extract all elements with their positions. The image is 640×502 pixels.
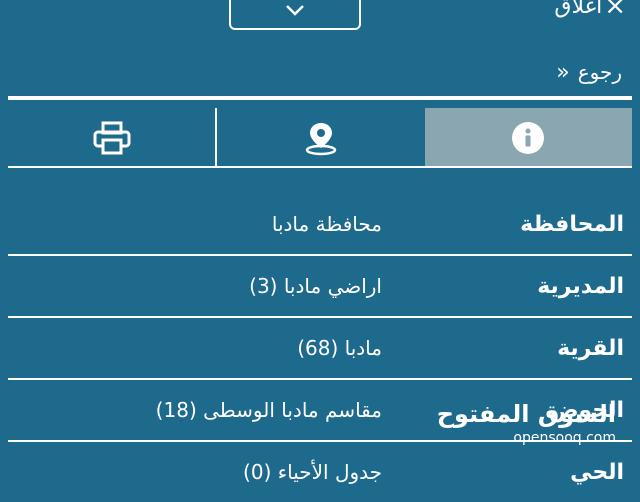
watermark-arabic: السوق المفتوح xyxy=(436,400,616,428)
opensooq-watermark: السوق المفتوح opensooq.com xyxy=(437,402,616,446)
tab-print[interactable] xyxy=(8,108,218,168)
detail-value: مادبا (68) xyxy=(297,336,382,360)
detail-row-directorate: المديرية اراضي مادبا (3) xyxy=(8,256,632,318)
detail-value: محافظة مادبا xyxy=(271,212,382,236)
detail-label: المحافظة xyxy=(520,211,624,237)
detail-label: الحي xyxy=(570,459,624,485)
detail-value: اراضي مادبا (3) xyxy=(249,274,382,298)
detail-value: جدول الأحياء (0) xyxy=(243,460,382,484)
detail-row-village: القرية مادبا (68) xyxy=(8,318,632,380)
tab-bar xyxy=(8,108,632,168)
back-button[interactable]: رجوع « xyxy=(556,58,622,86)
detail-label: القرية xyxy=(557,335,624,361)
tabs-underline xyxy=(8,166,632,168)
detail-row-neighborhood: الحي جدول الأحياء (0) xyxy=(8,442,632,502)
detail-row-governorate: المحافظة محافظة مادبا xyxy=(8,194,632,256)
close-icon: × xyxy=(604,0,626,21)
details-list: المحافظة محافظة مادبا المديرية اراضي ماد… xyxy=(8,194,632,502)
tab-location[interactable] xyxy=(217,108,424,168)
header-divider xyxy=(8,96,632,100)
printer-icon xyxy=(93,121,131,155)
close-label: اغلاق xyxy=(554,0,603,19)
back-label: رجوع xyxy=(577,60,622,84)
info-icon xyxy=(512,122,545,154)
watermark-latin: opensooq.com xyxy=(513,430,616,446)
collapse-toggle-button[interactable] xyxy=(229,0,361,30)
map-pin-icon xyxy=(305,123,337,156)
tab-info[interactable] xyxy=(424,108,632,168)
double-chevron-left-icon: « xyxy=(556,59,570,85)
detail-value: مقاسم مادبا الوسطى (18) xyxy=(155,398,382,422)
close-button[interactable]: × اغلاق xyxy=(554,0,626,20)
chevron-down-icon xyxy=(286,5,304,16)
detail-label: المديرية xyxy=(537,273,624,299)
